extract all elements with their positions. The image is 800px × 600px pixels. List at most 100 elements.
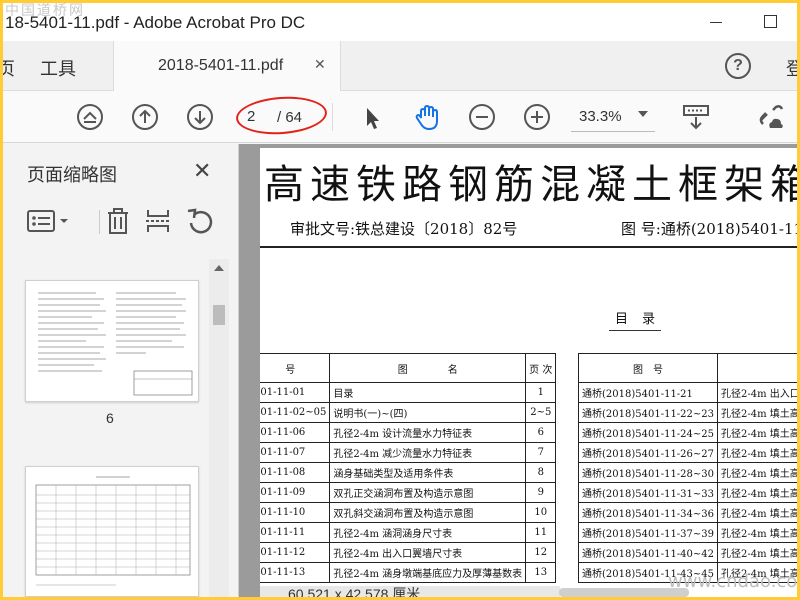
table-cell: 通桥(2018)5401-11-37~39 — [577, 522, 719, 543]
hand-tool-icon[interactable] — [412, 102, 442, 132]
table-cell: 孔径2-4m 出入口锥体 — [717, 382, 797, 403]
table-row: 401-11-01目录1 — [260, 382, 557, 403]
table-cell: 通桥(2018)5401-11-31~33 — [577, 482, 719, 503]
tab-bar: 页 工具 2018-5401-11.pdf ✕ ? 登 — [3, 41, 797, 91]
panel-toolbar — [23, 206, 223, 238]
table-cell: 6 — [525, 422, 557, 443]
table-cell: 通桥(2018)5401-11-28~30 — [577, 462, 719, 483]
scroll-up-icon[interactable] — [214, 265, 224, 271]
first-page-icon[interactable] — [75, 102, 105, 132]
title-bar: 中国道桥网 18-5401-11.pdf - Adobe Acrobat Pro… — [3, 3, 797, 41]
table-cell: 孔径2-4m 填土高(3.0m — [717, 522, 797, 543]
panel-close-icon[interactable]: ✕ — [193, 158, 211, 184]
table-cell: 孔径2-4m 填土高(1.0m — [717, 422, 797, 443]
table-cell: 401-11-07 — [260, 442, 331, 463]
table-cell: 401-11-01 — [260, 382, 331, 403]
thumbnails-panel: 页面缩略图 ✕ 6 — [3, 144, 239, 597]
insert-page-icon[interactable] — [143, 206, 173, 236]
page-thumbnail[interactable] — [25, 466, 199, 597]
table-row: 通桥(2018)5401-11-28~30孔径2-4m 填土高(6.0m — [577, 462, 797, 483]
table-cell: 孔径2-4m 填土高(3.0m — [717, 442, 797, 463]
header-rule — [260, 246, 797, 248]
table-row: 通桥(2018)5401-11-24~25孔径2-4m 填土高(1.0m — [577, 422, 797, 443]
table-row: 通桥(2018)5401-11-31~33孔径2-4m 填土高(0.7m — [577, 482, 797, 503]
status-bar: 60.521 x 42.578 厘米 — [260, 586, 560, 597]
table-row: 通桥(2018)5401-11-34~36孔径2-4m 填土高(1.0m — [577, 502, 797, 523]
rotate-page-icon[interactable] — [185, 206, 215, 236]
table-cell: 孔径2-4m 涵洞涵身尺寸表 — [329, 522, 527, 543]
table-row: 通桥(2018)5401-11-21孔径2-4m 出入口锥体 — [577, 382, 797, 403]
panel-title: 页面缩略图 — [27, 165, 117, 186]
table-header-row: 号图 名页 次 — [260, 353, 557, 383]
help-icon[interactable]: ? — [725, 53, 751, 79]
table-cell: 401-11-10 — [260, 502, 331, 523]
table-header-cell: 号 — [260, 353, 331, 383]
table-cell: 7 — [525, 442, 557, 463]
table-cell: 9 — [525, 482, 557, 503]
thumbnail-list: 6 — [3, 259, 239, 597]
contents-table-left: 号图 名页 次401-11-01目录1401-11-02~05说明书(一)~(四… — [260, 353, 557, 583]
thumbnail-page-number: 6 — [106, 410, 114, 426]
zoom-in-icon[interactable] — [522, 102, 552, 132]
page-navigator: / 64 — [234, 93, 329, 138]
minimize-button[interactable] — [705, 9, 729, 33]
thumbnail-options-icon[interactable] — [25, 206, 73, 236]
table-cell: 401-11-02~05 — [260, 402, 331, 423]
scrollbar-thumb[interactable] — [213, 305, 225, 325]
table-cell: 通桥(2018)5401-11-26~27 — [577, 442, 719, 463]
table-cell: 孔径2-4m 减少流量水力特征表 — [329, 442, 527, 463]
table-cell: 双孔正交涵洞布置及构造示意图 — [329, 482, 527, 503]
select-arrow-icon[interactable] — [357, 102, 387, 132]
table-header-cell: 图 号 — [577, 353, 719, 383]
delete-page-icon[interactable] — [103, 206, 133, 236]
figure-number: 图 号:通桥(2018)5401-11 — [621, 220, 797, 238]
table-cell: 孔径2-4m 填土高(6.0m — [717, 462, 797, 483]
table-cell: 孔径2-4m 填土高(6.0m — [717, 542, 797, 563]
contents-underline — [609, 330, 661, 331]
table-cell: 401-11-13 — [260, 562, 331, 583]
site-watermark-bottom: www.cndao.com — [668, 571, 797, 592]
table-header-row: 图 号 — [577, 353, 797, 383]
table-cell: 通桥(2018)5401-11-40~42 — [577, 542, 719, 563]
table-row: 401-11-07孔径2-4m 减少流量水力特征表7 — [260, 442, 557, 463]
table-cell: 401-11-11 — [260, 522, 331, 543]
table-cell: 401-11-06 — [260, 422, 331, 443]
table-cell: 401-11-09 — [260, 482, 331, 503]
table-row: 401-11-09双孔正交涵洞布置及构造示意图9 — [260, 482, 557, 503]
table-header-cell: 页 次 — [525, 353, 557, 383]
table-cell: 11 — [525, 522, 557, 543]
approval-number: 审批文号:铁总建设〔2018〕82号 — [290, 220, 518, 238]
annotation-oval — [234, 93, 329, 138]
page-thumbnail[interactable] — [25, 280, 199, 402]
document-title: 高速铁路钢筋混凝土框架箱涵 — [264, 162, 797, 208]
table-row: 401-11-10双孔斜交涵洞布置及构造示意图10 — [260, 502, 557, 523]
zoom-dropdown-icon[interactable] — [638, 111, 648, 117]
tab-document-label: 2018-5401-11.pdf — [158, 57, 284, 74]
zoom-out-icon[interactable] — [467, 102, 497, 132]
tab-home[interactable]: 页 — [3, 55, 15, 81]
table-cell: 通桥(2018)5401-11-22~23 — [577, 402, 719, 423]
tab-tools[interactable]: 工具 — [40, 55, 76, 81]
table-cell: 说明书(一)~(四) — [329, 402, 527, 423]
table-row: 通桥(2018)5401-11-26~27孔径2-4m 填土高(3.0m — [577, 442, 797, 463]
panel-scrollbar[interactable] — [209, 259, 229, 597]
table-row: 通桥(2018)5401-11-40~42孔径2-4m 填土高(6.0m — [577, 542, 797, 563]
maximize-button[interactable] — [759, 9, 783, 33]
zoom-level[interactable]: 33.3% — [579, 108, 622, 125]
link-icon[interactable] — [755, 102, 785, 132]
table-cell: 通桥(2018)5401-11-24~25 — [577, 422, 719, 443]
document-view[interactable]: 高速铁路钢筋混凝土框架箱涵 审批文号:铁总建设〔2018〕82号 图 号:通桥(… — [239, 144, 797, 597]
table-cell: 401-11-08 — [260, 462, 331, 483]
table-cell: 涵身基础类型及适用条件表 — [329, 462, 527, 483]
table-row: 通桥(2018)5401-11-37~39孔径2-4m 填土高(3.0m — [577, 522, 797, 543]
table-row: 401-11-13孔径2-4m 涵身墩端基底应力及厚薄基数表13 — [260, 562, 557, 583]
table-cell: 2~5 — [525, 402, 557, 423]
sign-in-link[interactable]: 登 — [786, 55, 797, 81]
table-cell: 孔径2-4m 涵身墩端基底应力及厚薄基数表 — [329, 562, 527, 583]
tab-close-icon[interactable]: ✕ — [314, 56, 326, 73]
contents-table-right: 图 号通桥(2018)5401-11-21孔径2-4m 出入口锥体通桥(2018… — [577, 353, 797, 583]
prev-page-icon[interactable] — [130, 102, 160, 132]
keyboard-tools-icon[interactable] — [681, 102, 711, 132]
next-page-icon[interactable] — [185, 102, 215, 132]
tab-document[interactable]: 2018-5401-11.pdf ✕ — [113, 41, 341, 91]
